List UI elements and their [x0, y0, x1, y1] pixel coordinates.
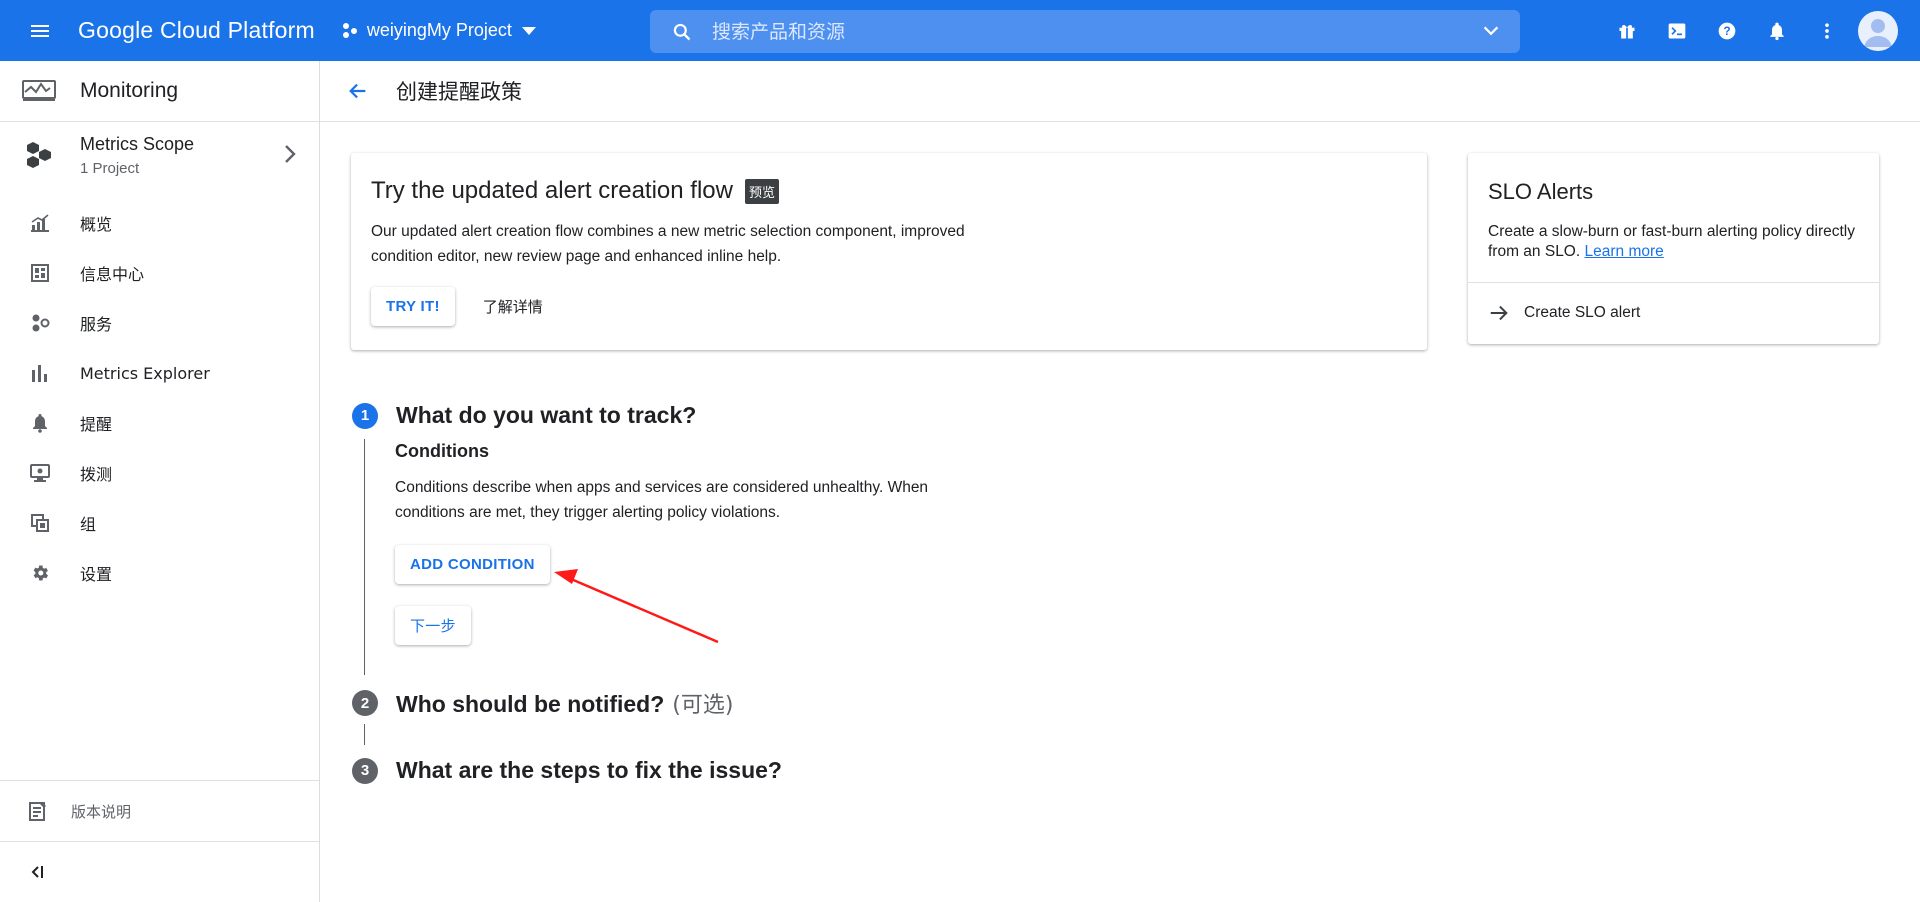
sidebar-header: Monitoring	[0, 61, 319, 122]
slo-learn-more-link[interactable]: Learn more	[1585, 243, 1664, 260]
create-slo-alert-button[interactable]: Create SLO alert	[1468, 283, 1879, 343]
project-name: weiyingMy Project	[366, 20, 512, 40]
group-icon	[29, 514, 51, 532]
sidebar-nav: 概览 信息中心 服务 Metrics Explorer 提醒 拨测 组 设置	[0, 198, 319, 598]
sidebar-item-services[interactable]: 服务	[0, 298, 319, 348]
step-title: What do you want to track?	[396, 402, 697, 428]
slo-alerts-title: SLO Alerts	[1488, 179, 1594, 204]
help-icon[interactable]: ?	[1702, 6, 1752, 56]
bell-icon	[29, 413, 51, 433]
step-3[interactable]: 3 What are the steps to fix the issue?	[352, 757, 782, 784]
sidebar-item-uptime[interactable]: 拨测	[0, 448, 319, 498]
sidebar-item-label: 组	[80, 515, 97, 534]
back-arrow-icon[interactable]	[342, 75, 374, 107]
next-button[interactable]: 下一步	[395, 606, 471, 645]
optional-label: (可选)	[672, 693, 734, 718]
terminal-icon[interactable]	[1652, 6, 1702, 56]
bar-chart-icon	[29, 364, 51, 382]
metrics-scope-title: Metrics Scope	[80, 133, 195, 154]
conditions-description: Conditions describe when apps and servic…	[395, 479, 929, 521]
menu-icon[interactable]	[20, 11, 60, 51]
step-2[interactable]: 2 Who should be notified? (可选)	[352, 687, 733, 719]
expand-more-icon[interactable]	[1480, 20, 1502, 42]
chart-icon	[29, 214, 51, 232]
updated-flow-title: Try the updated alert creation flow	[371, 177, 733, 204]
slo-alerts-description: Create a slow-burn or fast-burn alerting…	[1488, 222, 1859, 262]
collapse-sidebar-icon[interactable]	[0, 842, 319, 902]
step-number: 1	[352, 402, 378, 429]
slo-description-text: Create a slow-burn or fast-burn alerting…	[1488, 223, 1855, 260]
sidebar-item-label: Metrics Explorer	[80, 363, 210, 383]
dashboard-icon	[29, 264, 51, 282]
metrics-scope[interactable]: Metrics Scope 1 Project	[0, 122, 319, 188]
updated-flow-description: Our updated alert creation flow combines…	[371, 223, 965, 265]
project-selector[interactable]: weiyingMy Project	[341, 20, 536, 41]
avatar[interactable]	[1858, 10, 1898, 51]
hexagons-icon	[24, 140, 54, 170]
conditions-title: Conditions	[395, 441, 489, 461]
step-connector	[364, 724, 365, 745]
gear-icon	[29, 563, 51, 583]
preview-badge: 预览	[744, 178, 779, 204]
search-icon	[672, 22, 692, 42]
sidebar-item-label: 拨测	[80, 465, 113, 484]
svg-text:?: ?	[1723, 25, 1730, 38]
sidebar-title: Monitoring	[80, 79, 179, 102]
brand-title[interactable]: Google Cloud Platform	[78, 17, 315, 44]
arrow-forward-icon	[1488, 302, 1510, 324]
gift-icon[interactable]	[1602, 6, 1652, 56]
notifications-icon[interactable]	[1752, 6, 1802, 56]
annotation-arrow	[554, 569, 719, 644]
sidebar-footer: 版本说明	[0, 780, 319, 902]
create-slo-alert-label: Create SLO alert	[1524, 304, 1641, 321]
add-condition-button[interactable]: ADD CONDITION	[395, 545, 550, 584]
sidebar-item-label: 信息中心	[80, 265, 145, 284]
step-number: 3	[352, 757, 378, 784]
release-notes-icon	[29, 801, 47, 821]
release-notes-label: 版本说明	[71, 802, 132, 821]
step-title-text: Who should be notified?	[396, 691, 665, 717]
step-title: Who should be notified? (可选)	[396, 687, 733, 719]
more-vert-icon[interactable]	[1802, 6, 1852, 56]
learn-more-button[interactable]: 了解详情	[471, 287, 555, 326]
sidebar-item-label: 概览	[80, 215, 113, 234]
sidebar-item-overview[interactable]: 概览	[0, 198, 319, 248]
sidebar-item-label: 服务	[80, 315, 113, 334]
sidebar-item-alerting[interactable]: 提醒	[0, 398, 319, 448]
updated-flow-card: Try the updated alert creation flow 预览 O…	[351, 153, 1427, 350]
step-1[interactable]: 1 What do you want to track?	[352, 402, 696, 429]
sidebar-item-groups[interactable]: 组	[0, 498, 319, 548]
page-title: 创建提醒政策	[396, 80, 522, 104]
project-hex-icon	[341, 22, 359, 40]
search-bar[interactable]	[650, 10, 1520, 53]
page-header: 创建提醒政策	[320, 61, 1920, 122]
step-number: 2	[352, 690, 378, 716]
step-connector	[364, 439, 365, 675]
release-notes-link[interactable]: 版本说明	[0, 781, 319, 842]
chevron-down-icon	[521, 26, 536, 35]
sidebar-item-dashboards[interactable]: 信息中心	[0, 248, 319, 298]
monitor-icon	[29, 463, 51, 483]
monitoring-icon	[22, 80, 56, 102]
services-icon	[29, 313, 51, 333]
sidebar-item-label: 设置	[80, 565, 113, 584]
sidebar-item-metrics-explorer[interactable]: Metrics Explorer	[0, 348, 319, 398]
step-title: What are the steps to fix the issue?	[396, 757, 782, 783]
sidebar: Monitoring Metrics Scope 1 Project 概览 信息…	[0, 61, 320, 902]
slo-alerts-card: SLO Alerts Create a slow-burn or fast-bu…	[1468, 153, 1879, 344]
metrics-scope-subtitle: 1 Project	[80, 159, 140, 177]
search-input[interactable]	[712, 20, 1452, 43]
top-app-bar: Google Cloud Platform weiyingMy Project …	[0, 0, 1920, 61]
sidebar-item-label: 提醒	[80, 415, 113, 434]
chevron-right-icon	[283, 143, 297, 165]
try-it-button[interactable]: TRY IT!	[371, 287, 455, 326]
sidebar-item-settings[interactable]: 设置	[0, 548, 319, 598]
